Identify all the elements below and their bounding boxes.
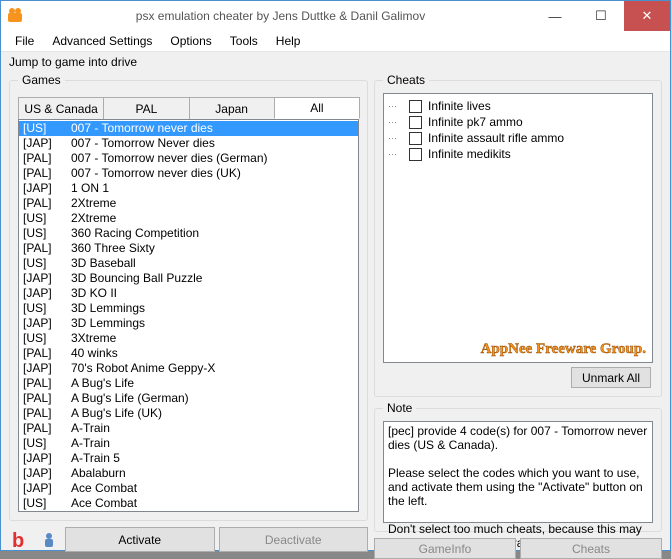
titlebar: psx emulation cheater by Jens Duttke & D… — [1, 1, 670, 31]
game-row[interactable]: [JAP]Abalaburn — [19, 466, 358, 481]
tab-us-canada[interactable]: US & Canada — [18, 97, 104, 119]
maximize-button[interactable]: ☐ — [578, 1, 624, 31]
game-row[interactable]: [PAL]2Xtreme — [19, 196, 358, 211]
app-window: psx emulation cheater by Jens Duttke & D… — [0, 0, 671, 551]
game-row[interactable]: [PAL]A Bug's Life (German) — [19, 391, 358, 406]
game-row[interactable]: [US]3D Baseball — [19, 256, 358, 271]
note-legend: Note — [383, 401, 416, 415]
game-row[interactable]: [US]Ace Combat — [19, 496, 358, 511]
game-row[interactable]: [JAP]3D Bouncing Ball Puzzle — [19, 271, 358, 286]
menubar: File Advanced Settings Options Tools Hel… — [1, 31, 670, 52]
game-row[interactable]: [PAL]007 - Tomorrow never dies (UK) — [19, 166, 358, 181]
note-text: [pec] provide 4 code(s) for 007 - Tomorr… — [383, 421, 653, 523]
game-row[interactable]: [JAP]007 - Tomorrow Never dies — [19, 136, 358, 151]
bang-icon[interactable]: b — [9, 528, 33, 552]
games-group: Games US & Canada PAL Japan All [US]007 … — [9, 73, 368, 521]
cheat-label: Infinite assault rifle ammo — [428, 130, 564, 146]
cheat-row[interactable]: Infinite medikits — [386, 146, 650, 162]
game-row[interactable]: [US]3Xtreme — [19, 331, 358, 346]
bottom-left-strip: b Activate Deactivate — [9, 521, 368, 552]
region-tabs: US & Canada PAL Japan All — [18, 97, 359, 119]
jump-label: Jump to game into drive — [1, 52, 670, 71]
game-row[interactable]: [US]2Xtreme — [19, 211, 358, 226]
activate-button[interactable]: Activate — [65, 527, 215, 552]
game-row[interactable]: [PAL]A Bug's Life — [19, 376, 358, 391]
unmark-row: Unmark All — [383, 363, 653, 388]
left-pane: Games US & Canada PAL Japan All [US]007 … — [9, 73, 368, 541]
deactivate-button: Deactivate — [219, 527, 369, 552]
note-group: Note [pec] provide 4 code(s) for 007 - T… — [374, 401, 662, 532]
game-row[interactable]: [JAP]3D Lemmings — [19, 316, 358, 331]
tab-all[interactable]: All — [274, 97, 360, 119]
cheat-label: Infinite pk7 ammo — [428, 114, 523, 130]
game-row[interactable]: [PAL]A-Train — [19, 421, 358, 436]
checkbox-icon[interactable] — [409, 116, 422, 129]
game-row[interactable]: [JAP]3D KO II — [19, 286, 358, 301]
cheat-row[interactable]: Infinite lives — [386, 98, 650, 114]
right-pane: Cheats Infinite livesInfinite pk7 ammoIn… — [374, 73, 662, 541]
close-button[interactable]: ✕ — [624, 1, 670, 31]
cheat-label: Infinite medikits — [428, 146, 511, 162]
bottom-right-strip: GameInfo Cheats — [374, 536, 662, 559]
unmark-all-button[interactable]: Unmark All — [571, 367, 651, 388]
game-list[interactable]: [US]007 - Tomorrow never dies[JAP]007 - … — [18, 119, 359, 512]
cheats-button: Cheats — [520, 538, 662, 559]
menu-help[interactable]: Help — [267, 32, 310, 50]
checkbox-icon[interactable] — [409, 100, 422, 113]
game-row[interactable]: [JAP]Ace Combat — [19, 481, 358, 496]
tab-japan[interactable]: Japan — [189, 97, 275, 119]
cheats-legend: Cheats — [383, 73, 429, 87]
gameinfo-button: GameInfo — [374, 538, 516, 559]
cheat-list[interactable]: Infinite livesInfinite pk7 ammoInfinite … — [383, 93, 653, 363]
svg-text:b: b — [12, 530, 24, 551]
content: Games US & Canada PAL Japan All [US]007 … — [1, 71, 670, 549]
minimize-button[interactable]: — — [532, 1, 578, 31]
menu-tools[interactable]: Tools — [221, 32, 267, 50]
cheat-row[interactable]: Infinite assault rifle ammo — [386, 130, 650, 146]
game-row[interactable]: [PAL]007 - Tomorrow never dies (German) — [19, 151, 358, 166]
game-row[interactable]: [US]007 - Tomorrow never dies — [19, 121, 358, 136]
game-row[interactable]: [US]3D Lemmings — [19, 301, 358, 316]
game-row[interactable]: [PAL]A Bug's Life (UK) — [19, 406, 358, 421]
checkbox-icon[interactable] — [409, 132, 422, 145]
game-row[interactable]: [US]360 Racing Competition — [19, 226, 358, 241]
game-row[interactable]: [US]A-Train — [19, 436, 358, 451]
window-title: psx emulation cheater by Jens Duttke & D… — [29, 9, 532, 23]
checkbox-icon[interactable] — [409, 148, 422, 161]
menu-options[interactable]: Options — [161, 32, 220, 50]
game-row[interactable]: [PAL]360 Three Sixty — [19, 241, 358, 256]
game-row[interactable]: [JAP]1 ON 1 — [19, 181, 358, 196]
window-controls: — ☐ ✕ — [532, 1, 670, 31]
cheat-row[interactable]: Infinite pk7 ammo — [386, 114, 650, 130]
game-row[interactable]: [JAP]A-Train 5 — [19, 451, 358, 466]
cheat-label: Infinite lives — [428, 98, 491, 114]
games-legend: Games — [18, 73, 65, 87]
watermark: AppNee Freeware Group. — [481, 341, 646, 358]
game-row[interactable]: [PAL]40 winks — [19, 346, 358, 361]
tab-pal[interactable]: PAL — [103, 97, 189, 119]
cheats-group: Cheats Infinite livesInfinite pk7 ammoIn… — [374, 73, 662, 397]
menu-file[interactable]: File — [6, 32, 43, 50]
running-icon[interactable] — [37, 528, 61, 552]
app-icon — [1, 7, 29, 25]
game-row[interactable]: [JAP]70's Robot Anime Geppy-X — [19, 361, 358, 376]
menu-advanced-settings[interactable]: Advanced Settings — [43, 32, 161, 50]
